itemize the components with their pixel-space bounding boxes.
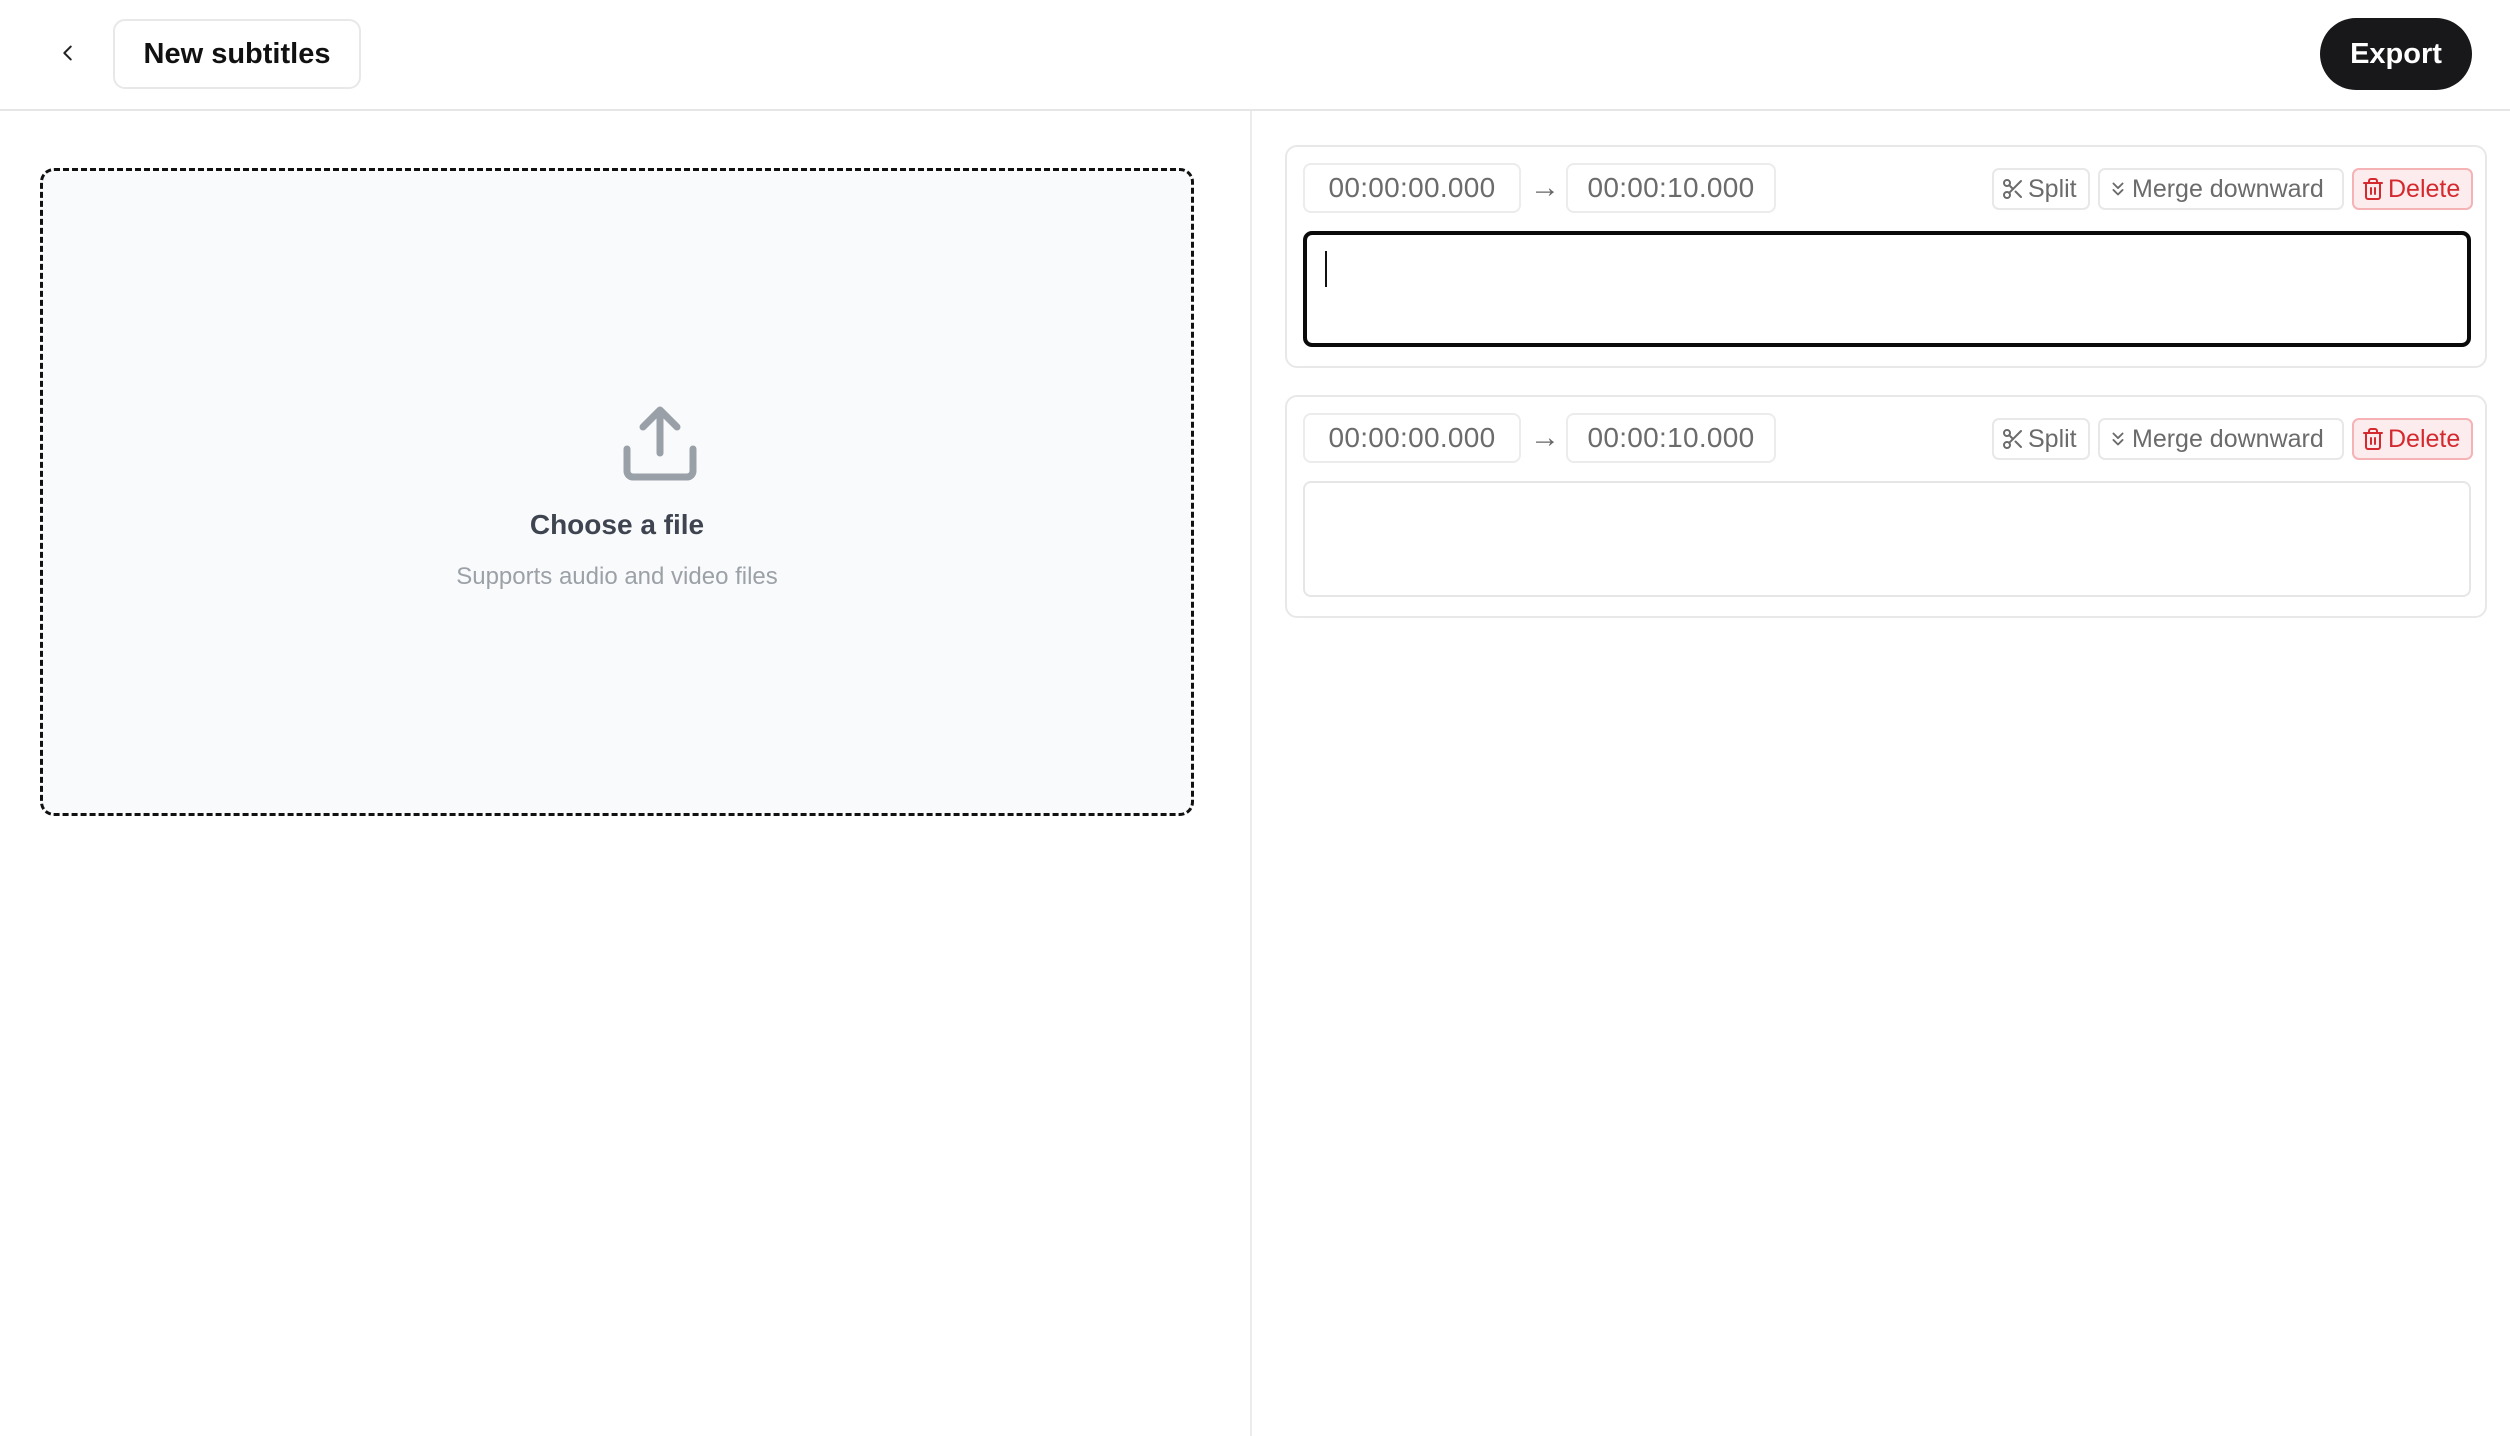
start-time-input[interactable]: 00:00:00.000: [1303, 413, 1521, 463]
start-time-input[interactable]: 00:00:00.000: [1303, 163, 1521, 213]
merge-downward-button[interactable]: Merge downward: [2098, 418, 2344, 460]
delete-label: Delete: [2388, 424, 2461, 453]
subtitle-cue: 00:00:00.000 → 00:00:10.000 Split Merge …: [1285, 145, 2487, 368]
end-time-input[interactable]: 00:00:10.000: [1566, 163, 1776, 213]
media-panel: Choose a file Supports audio and video f…: [0, 111, 1251, 1436]
subtitle-cue: 00:00:00.000 → 00:00:10.000 Split Merge …: [1285, 395, 2487, 618]
scissors-icon: [2003, 429, 2022, 449]
scissors-icon: [2003, 179, 2022, 199]
split-button[interactable]: Split: [1992, 168, 2090, 210]
upload-icon: [623, 406, 697, 481]
delete-label: Delete: [2388, 174, 2461, 203]
document-title-button[interactable]: New subtitles: [113, 19, 361, 89]
split-label: Split: [2028, 424, 2077, 453]
chevrons-down-icon: [2112, 432, 2124, 446]
subtitle-text-input[interactable]: [1303, 231, 2471, 347]
export-button[interactable]: Export: [2320, 18, 2472, 90]
subtitle-list: 00:00:00.000 → 00:00:10.000 Split Merge …: [1252, 111, 2510, 1436]
supported-formats-hint: Supports audio and video files: [456, 563, 778, 590]
split-label: Split: [2028, 174, 2077, 203]
delete-button[interactable]: Delete: [2352, 168, 2473, 210]
top-bar: New subtitles Export: [0, 0, 2510, 111]
choose-file-label: Choose a file: [529, 509, 705, 540]
arrow-right-icon: →: [1530, 171, 1560, 204]
subtitle-text-input[interactable]: [1303, 481, 2471, 597]
arrow-right-icon: →: [1530, 421, 1560, 454]
chevron-left-icon: [63, 45, 72, 61]
split-button[interactable]: Split: [1992, 418, 2090, 460]
file-dropzone[interactable]: Choose a file Supports audio and video f…: [40, 168, 1194, 816]
merge-label: Merge downward: [2132, 174, 2324, 203]
delete-button[interactable]: Delete: [2352, 418, 2473, 460]
trash-icon: [2363, 428, 2383, 450]
chevrons-down-icon: [2112, 182, 2124, 196]
trash-icon: [2363, 178, 2383, 200]
back-button[interactable]: [48, 33, 88, 73]
merge-downward-button[interactable]: Merge downward: [2098, 168, 2344, 210]
merge-label: Merge downward: [2132, 424, 2324, 453]
end-time-input[interactable]: 00:00:10.000: [1566, 413, 1776, 463]
text-caret: [1325, 251, 1327, 287]
